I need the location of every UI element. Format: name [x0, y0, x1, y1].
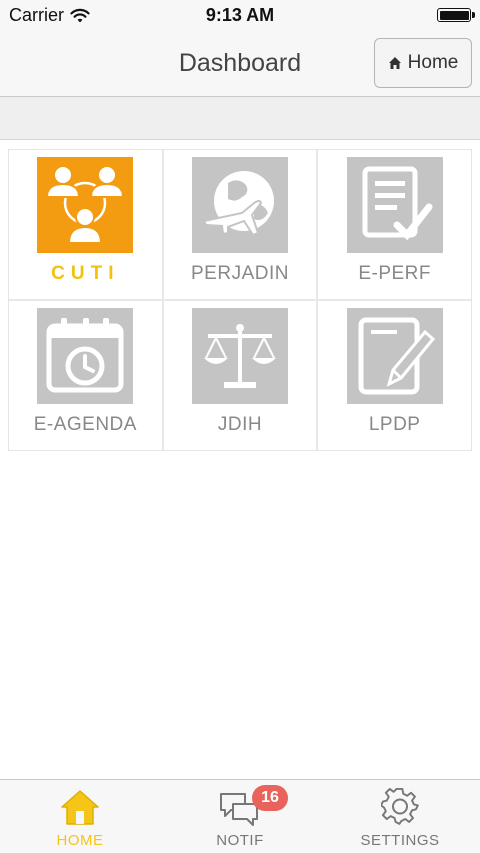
tile-label: E-PERF	[358, 263, 431, 284]
sub-header-bar	[0, 97, 480, 140]
tile-e-perf[interactable]: E-PERF	[318, 150, 471, 299]
tab-home-label: HOME	[56, 832, 104, 849]
notepad-pencil-icon	[346, 308, 443, 404]
tile-label: CUTI	[51, 263, 120, 284]
tab-notif[interactable]: 16 NOTIF	[160, 780, 320, 853]
house-icon	[60, 788, 100, 826]
gear-icon	[381, 788, 419, 826]
document-check-icon	[346, 157, 443, 253]
tab-settings[interactable]: SETTINGS	[320, 780, 480, 853]
menu-grid: CUTI PERJADIN E-PERF E-AGENDA JDIH LPDP	[8, 149, 472, 451]
status-time: 9:13 AM	[205, 5, 275, 25]
home-small-icon	[388, 57, 401, 69]
scales-icon	[191, 308, 288, 404]
battery-icon	[437, 8, 475, 22]
navigation-bar: Dashboard Home	[0, 32, 480, 97]
tile-label: E-AGENDA	[33, 414, 137, 435]
home-button[interactable]: Home	[374, 38, 472, 88]
tile-label: PERJADIN	[191, 263, 289, 284]
tab-notif-label: NOTIF	[216, 832, 264, 849]
globe-plane-icon	[191, 157, 288, 253]
notification-badge: 16	[252, 785, 288, 811]
status-bar: Carrier 9:13 AM	[0, 0, 480, 32]
tab-settings-label: SETTINGS	[360, 832, 440, 849]
tile-lpdp[interactable]: LPDP	[318, 301, 471, 450]
tile-label: JDIH	[217, 414, 263, 435]
tile-jdih[interactable]: JDIH	[163, 301, 317, 450]
tab-bar: HOME 16 NOTIF SETTINGS	[0, 779, 480, 853]
tab-home[interactable]: HOME	[0, 780, 160, 853]
calendar-clock-icon	[37, 308, 134, 404]
tile-cuti[interactable]: CUTI	[9, 150, 162, 299]
tile-e-agenda[interactable]: E-AGENDA	[9, 301, 162, 450]
people-network-icon	[37, 157, 134, 253]
tile-perjadin[interactable]: PERJADIN	[163, 150, 317, 299]
tile-label: LPDP	[368, 414, 421, 435]
home-button-label: Home	[407, 52, 459, 73]
